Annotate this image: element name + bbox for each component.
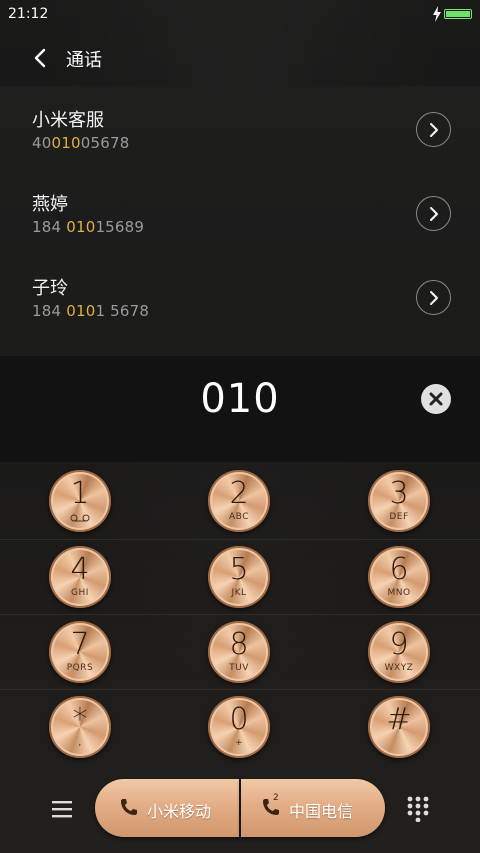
sim2-label: 中国电信 [289,802,354,821]
sim1-label: 小米移动 [147,802,212,821]
contact-detail-button[interactable] [416,196,451,231]
bottom-bar: 小米移动 2 中国电信 [0,768,480,853]
key-6[interactable]: 6 MNO [368,546,430,608]
call-sim2-button[interactable]: 2 中国电信 [241,779,385,837]
number-match: 010 [66,302,96,320]
phone-icon [121,799,137,815]
key-4[interactable]: 4 GHI [49,546,111,608]
key-1[interactable]: 1 [49,470,111,532]
key-hash[interactable]: # [368,696,430,758]
chevron-right-icon [430,291,438,305]
status-time: 21:12 [8,6,49,22]
key-0[interactable]: 0 + [208,696,270,758]
key-digit: 4 [70,552,90,587]
voicemail-icon [70,514,90,522]
page-title: 通话 [66,50,102,71]
contact-number: 4001005678 [32,134,129,152]
key-letters: , [78,738,82,748]
dialer-screen: 21:12 通话 小米客服 4001005678 燕婷 184 01015689 [0,0,480,853]
header: 通话 [0,30,480,86]
key-digit: 5 [229,552,249,587]
key-digit: # [386,702,412,737]
key-digit: 3 [389,476,409,511]
contact-item[interactable]: 小米客服 4001005678 [0,86,480,170]
contact-detail-button[interactable] [416,112,451,147]
row-divider [0,689,480,690]
key-star[interactable]: * , [49,696,111,758]
key-9[interactable]: 9 WXYZ [368,621,430,683]
key-digit: 1 [70,476,90,511]
key-digit: 8 [229,627,249,662]
number-suffix: 15689 [95,218,145,236]
number-prefix: 184 [32,302,67,320]
number-match: 010 [51,134,81,152]
key-8[interactable]: 8 TUV [208,621,270,683]
key-digit: 2 [229,476,249,511]
key-5[interactable]: 5 JKL [208,546,270,608]
key-digit: 7 [70,627,90,662]
sim2-badge: 2 [273,793,279,803]
number-prefix: 184 [32,218,67,236]
battery-fill [446,11,470,17]
key-letters: PQRS [66,663,94,673]
contact-item[interactable]: 燕婷 184 01015689 [0,170,480,254]
number-prefix: 40 [32,134,52,152]
key-7[interactable]: 7 PQRS [49,621,111,683]
dial-display: 010 [0,356,480,462]
close-icon [429,392,443,406]
contact-number: 184 0101 5678 [32,302,149,320]
menu-icon[interactable] [51,798,73,820]
key-letters: + [234,738,244,748]
key-digit: 9 [389,627,409,662]
dialpad-icon[interactable] [406,796,430,822]
key-digit: 0 [229,702,249,737]
contact-name: 子玲 [32,278,68,299]
key-2[interactable]: 2 ABC [208,470,270,532]
call-sim1-button[interactable]: 小米移动 [95,779,239,837]
key-letters: GHI [71,588,89,598]
chevron-right-icon [430,207,438,221]
key-digit: * [72,702,88,737]
contact-name: 燕婷 [32,194,68,215]
number-match: 010 [66,218,96,236]
key-digit: 6 [389,552,409,587]
chevron-left-icon[interactable] [28,44,52,72]
key-3[interactable]: 3 DEF [368,470,430,532]
contact-item[interactable]: 子玲 184 0101 5678 [0,254,480,338]
key-letters: WXYZ [384,663,414,673]
dialed-number[interactable]: 010 [0,376,480,422]
charging-icon [433,6,441,22]
key-letters: TUV [229,663,249,673]
contact-suggestion-list: 小米客服 4001005678 燕婷 184 01015689 子玲 184 0… [0,86,480,356]
key-letters: ABC [229,512,249,522]
contact-detail-button[interactable] [416,280,451,315]
contact-number: 184 01015689 [32,218,144,236]
chevron-right-icon [430,123,438,137]
number-suffix: 05678 [80,134,130,152]
key-letters: MNO [387,588,411,598]
key-letters: JKL [231,588,247,598]
row-divider [0,614,480,615]
battery-icon [444,9,472,19]
number-suffix: 1 5678 [95,302,150,320]
status-bar: 21:12 [0,0,480,28]
key-letters: DEF [389,512,409,522]
row-divider [0,539,480,540]
keypad: 1 2 ABC 3 DEF 4 GHI 5 JKL 6 MNO 7 PQRS 8… [0,462,480,768]
clear-button[interactable] [421,384,451,414]
contact-name: 小米客服 [32,110,104,131]
